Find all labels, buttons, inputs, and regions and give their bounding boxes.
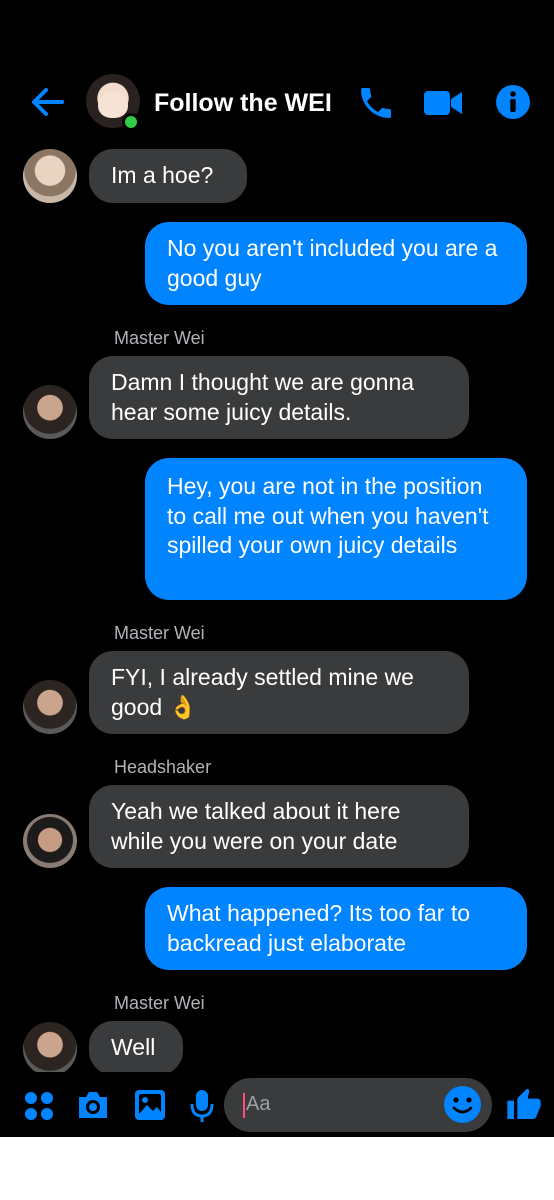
phone-icon[interactable] [356, 83, 396, 128]
apps-grid-icon[interactable] [23, 1090, 55, 1127]
image-icon[interactable] [133, 1088, 167, 1127]
text-cursor [243, 1093, 245, 1118]
received-message[interactable]: Im a hoe? [89, 149, 247, 203]
sender-name: Master Wei [114, 623, 205, 643]
sender-avatar[interactable] [23, 1022, 77, 1076]
sender-avatar[interactable] [23, 149, 77, 203]
message-input-placeholder: Aa [246, 1093, 271, 1115]
back-arrow-icon[interactable] [28, 84, 68, 120]
online-status-dot [122, 113, 140, 131]
conversation-title[interactable]: Follow the WEI [154, 89, 332, 118]
sent-message[interactable]: No you aren't included you are a good gu… [145, 222, 527, 305]
sender-avatar[interactable] [23, 680, 77, 734]
sender-name: Master Wei [114, 328, 205, 348]
sender-name: Master Wei [114, 993, 205, 1013]
chat-screen: Follow the WEI Im a hoe? No you aren't i… [0, 0, 554, 1137]
received-message[interactable]: FYI, I already settled mine we good 👌 [89, 651, 469, 734]
camera-icon[interactable] [75, 1088, 111, 1127]
message-text: FYI, I already settled mine we good [111, 664, 414, 720]
message-input[interactable]: Aa [224, 1078, 492, 1132]
received-message[interactable]: Damn I thought we are gonna hear some ju… [89, 356, 469, 439]
sent-message[interactable]: What happened? Its too far to backread j… [145, 887, 527, 970]
conversation-header: Follow the WEI [0, 70, 554, 136]
sent-message[interactable]: Hey, you are not in the position to call… [145, 458, 527, 600]
received-message[interactable]: Yeah we talked about it here while you w… [89, 785, 469, 868]
composer-bar: Aa [0, 1072, 554, 1137]
sender-avatar[interactable] [23, 385, 77, 439]
sender-name: Headshaker [114, 757, 212, 777]
thumbs-up-icon[interactable] [504, 1084, 544, 1129]
ok-hand-emoji: 👌 [168, 693, 198, 720]
video-camera-icon[interactable] [422, 83, 464, 128]
microphone-icon[interactable] [188, 1088, 216, 1129]
emoji-icon[interactable] [443, 1085, 482, 1124]
sender-avatar[interactable] [23, 814, 77, 868]
info-icon[interactable] [494, 83, 532, 126]
received-message[interactable]: Well [89, 1021, 183, 1075]
